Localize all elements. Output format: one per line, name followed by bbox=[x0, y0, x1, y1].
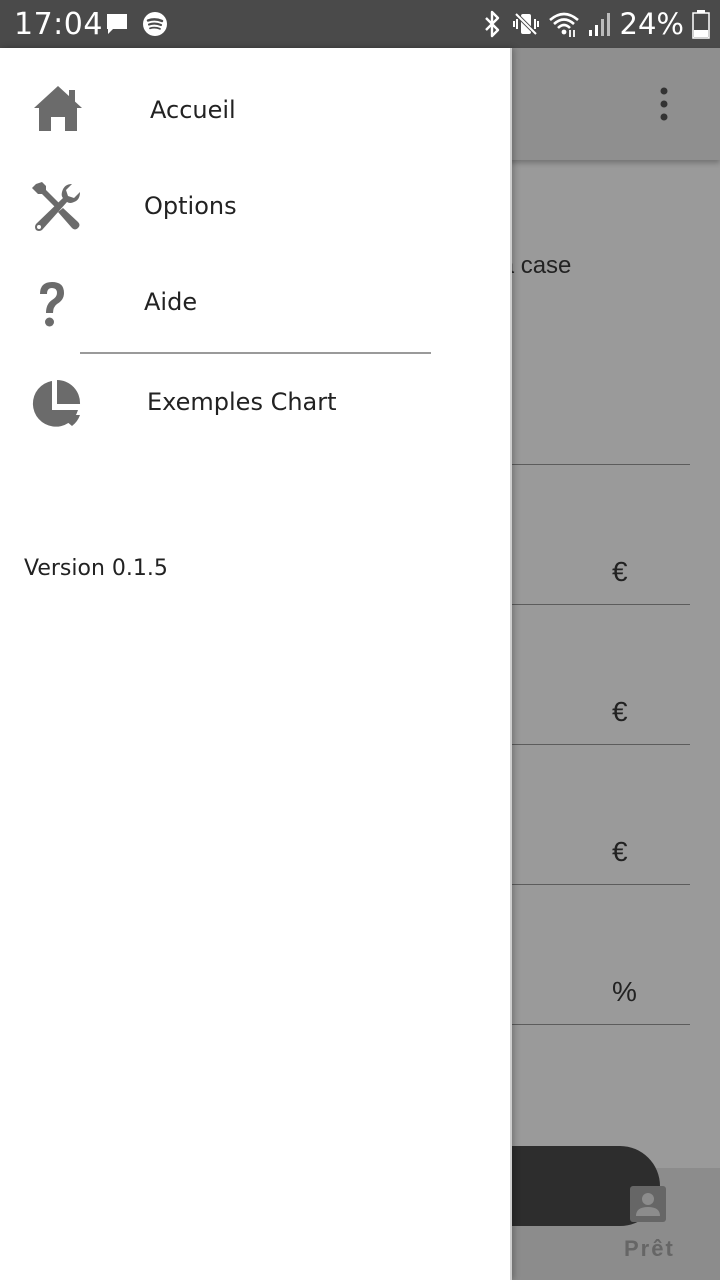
bottom-nav-item-pret[interactable]: Prêt bbox=[598, 1182, 702, 1272]
field-underline bbox=[500, 884, 690, 885]
unit-label: € bbox=[612, 556, 628, 587]
field-underline bbox=[500, 464, 690, 465]
vibrate-icon bbox=[512, 12, 539, 36]
version-text: Version 0.1.5 bbox=[24, 556, 168, 581]
drawer-item-label: Aide bbox=[144, 288, 198, 316]
battery-icon bbox=[692, 10, 710, 39]
field-underline bbox=[500, 604, 690, 605]
pie-chart-icon bbox=[32, 380, 81, 427]
field-underline bbox=[500, 1024, 690, 1025]
unit-label: € bbox=[612, 696, 628, 727]
home-icon bbox=[34, 86, 82, 131]
bluetooth-icon bbox=[484, 10, 499, 38]
drawer-item-label: Accueil bbox=[150, 96, 236, 124]
drawer-item-aide[interactable]: Aide bbox=[0, 258, 512, 348]
account-box-icon bbox=[630, 1186, 666, 1222]
status-bar: 17:04 24% bbox=[0, 0, 720, 48]
drawer-item-options[interactable]: Options bbox=[0, 162, 512, 252]
unit-label: % bbox=[612, 976, 637, 1007]
unit-label: € bbox=[612, 836, 628, 867]
drawer-item-label: Exemples Chart bbox=[147, 388, 337, 416]
help-icon bbox=[40, 282, 64, 327]
drawer-item-accueil[interactable]: Accueil bbox=[0, 66, 512, 156]
spotify-icon bbox=[143, 12, 167, 36]
drawer-item-label: Options bbox=[144, 192, 237, 220]
wifi-icon bbox=[548, 12, 579, 37]
status-right-group: 24% bbox=[482, 7, 710, 41]
bottom-nav-pret-label: Prêt bbox=[624, 1236, 675, 1261]
drawer-item-exemples-chart[interactable]: Exemples Chart bbox=[0, 358, 512, 448]
more-vert-icon[interactable] bbox=[655, 86, 673, 122]
status-time: 17:04 bbox=[14, 7, 103, 42]
signal-icon bbox=[588, 13, 610, 36]
field-underline bbox=[500, 744, 690, 745]
navigation-drawer: Accueil Options Aide Exemples Chart Vers… bbox=[0, 48, 512, 1280]
message-icon bbox=[107, 14, 127, 34]
tools-icon bbox=[32, 182, 80, 231]
battery-percent: 24% bbox=[619, 7, 684, 41]
drawer-divider bbox=[80, 352, 431, 354]
